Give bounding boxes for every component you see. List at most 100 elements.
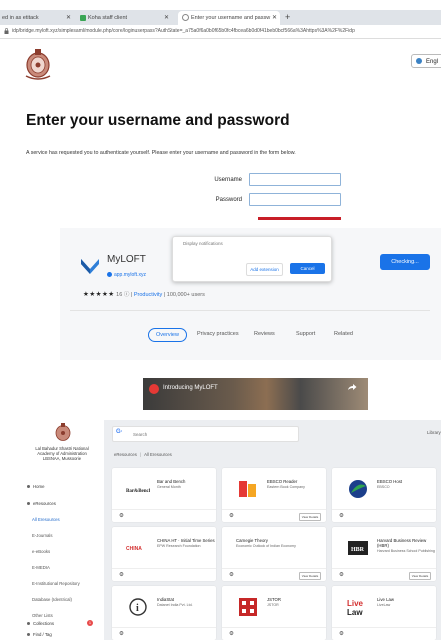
browser-tab[interactable]: Koha staff client ✕ — [80, 11, 172, 25]
login-button[interactable] — [258, 217, 341, 220]
card-title: Live Law — [377, 597, 394, 602]
tab-support[interactable]: Support — [296, 331, 315, 337]
tab-reviews[interactable]: Reviews — [254, 331, 275, 337]
sidebar-item-collections[interactable]: Collections — [27, 621, 54, 626]
lock-icon — [4, 28, 9, 34]
card-footer: ⚙ — [332, 509, 436, 523]
card-title: Bar and Bench — [157, 479, 186, 484]
svg-text:i: i — [136, 603, 139, 614]
tab-overview[interactable]: Overview — [148, 328, 187, 342]
new-tab-icon[interactable]: + — [285, 10, 290, 25]
add-extension-button[interactable]: Add extension — [246, 263, 283, 276]
gear-icon[interactable]: ⚙ — [229, 513, 234, 519]
sidebar-item-database[interactable]: Database (Identrical) — [32, 597, 72, 602]
card-publisher: Eastern Book Company — [267, 485, 305, 489]
tag-icon — [27, 633, 30, 637]
gear-icon[interactable]: ⚙ — [229, 572, 234, 578]
search-input[interactable] — [131, 428, 295, 441]
share-icon[interactable] — [347, 383, 357, 391]
gear-icon[interactable]: ⚙ — [339, 513, 344, 519]
breadcrumb-item[interactable]: eResources — [114, 452, 137, 457]
address-bar[interactable]: idp/bridge.myloft.xyz/simplesaml/module.… — [0, 25, 441, 39]
gear-icon[interactable]: ⚙ — [339, 572, 344, 578]
card-footer: ⚙ — [332, 627, 436, 640]
video-player[interactable]: Introducing MyLOFT — [143, 378, 368, 410]
tab-privacy-practices[interactable]: Privacy practices — [197, 331, 239, 337]
browser-tab[interactable]: ed in as etitack ✕ — [2, 11, 74, 25]
card-title: CHINA HT · Initial Time Series — [157, 538, 215, 543]
bar-and-bench-logo-icon: Bar&Bench — [126, 489, 150, 494]
svg-text:Bar&Bench: Bar&Bench — [126, 489, 150, 494]
url-text: idp/bridge.myloft.xyz/simplesaml/module.… — [12, 28, 355, 34]
org-name-line: LBSNAA, Mussoorie — [42, 456, 82, 461]
permission-dialog: Display notifications Add extension Canc… — [172, 236, 332, 282]
sidebar-item-emedia[interactable]: E-MEDIA — [32, 565, 50, 570]
card-footer: ⚙ View Details — [222, 509, 326, 523]
divider — [70, 310, 430, 311]
resource-card[interactable]: CHINA CHINA HT · Initial Time Series EPW… — [112, 527, 216, 581]
info-icon[interactable]: ⓘ — [124, 292, 130, 298]
resource-card[interactable]: i IndiaStat Datanet India Pvt. Ltd. ⚙ — [112, 586, 216, 640]
ebsco-logo-icon — [349, 480, 367, 498]
sidebar-item-home[interactable]: Home — [27, 484, 44, 489]
institution-emblem-icon — [25, 49, 51, 80]
svg-text:Law: Law — [347, 608, 363, 617]
dialog-text: Display notifications — [183, 241, 223, 246]
close-tab-icon[interactable]: ✕ — [164, 11, 169, 25]
view-details-button[interactable]: View Details — [299, 513, 321, 521]
search-bar[interactable]: G· — [112, 426, 299, 442]
library-menu[interactable]: Library — [427, 430, 441, 435]
card-publisher: LiveLaw — [377, 603, 391, 607]
checking-button[interactable]: Checking... — [380, 254, 430, 270]
resource-card[interactable]: Bar&Bench Bar and Bench General Month ⚙ — [112, 468, 216, 522]
sidebar-item-repository[interactable]: E-Institutional Repository — [32, 581, 80, 586]
gear-icon[interactable]: ⚙ — [229, 631, 234, 637]
card-title: Harvard Business Review (HBR) — [377, 538, 427, 548]
resource-card[interactable]: EBSCO Host EBSCO ⚙ — [332, 468, 436, 522]
view-details-button[interactable]: View Details — [409, 572, 431, 580]
sidebar-item-all-eresources[interactable]: All Eresources — [32, 517, 60, 522]
resource-card[interactable]: EBSCO Reader Eastern Book Company ⚙ View … — [222, 468, 326, 522]
login-screenshot: ed in as etitack ✕ Koha staff client ✕ Ent… — [0, 0, 441, 220]
card-footer: ⚙ — [112, 568, 216, 582]
sidebar-item-ebooks[interactable]: e-eBooks — [32, 549, 50, 554]
sidebar-item-ejournals[interactable]: E-Journals — [32, 533, 53, 538]
browser-tab-active[interactable]: Enter your username and passw ✕ — [178, 11, 280, 25]
app-website-link[interactable]: app.myloft.xyz — [107, 272, 146, 278]
sidebar: Lal Bahadur Shastri National Academy of … — [17, 420, 104, 640]
language-selector[interactable]: Engl — [411, 54, 441, 68]
close-tab-icon[interactable]: ✕ — [272, 11, 277, 25]
tab-label: Koha staff client — [88, 15, 128, 21]
gear-icon[interactable]: ⚙ — [119, 572, 124, 578]
resource-card[interactable]: Live Law Live Law LiveLaw ⚙ — [332, 586, 436, 640]
close-tab-icon[interactable]: ✕ — [66, 11, 71, 25]
card-title: JSTOR — [267, 597, 282, 602]
username-field[interactable] — [249, 173, 341, 186]
rating-row: ★★★★★ 16 ⓘ | Productivity | 100,000+ use… — [83, 291, 205, 298]
epw-logo-icon: CHINA — [126, 546, 142, 552]
gear-icon[interactable]: ⚙ — [119, 513, 124, 519]
verified-icon — [107, 272, 112, 278]
rating-count[interactable]: 16 — [116, 292, 122, 298]
intro-text: A service has requested you to authentic… — [26, 150, 296, 156]
sidebar-item-other-lists[interactable]: Other Lists — [32, 613, 53, 618]
resource-card[interactable]: HBR Harvard Business Review (HBR) Harvar… — [332, 527, 436, 581]
tab-related[interactable]: Related — [334, 331, 353, 337]
cancel-button[interactable]: Cancel — [290, 263, 325, 274]
card-publisher: JSTOR — [267, 603, 279, 607]
channel-logo-icon — [149, 384, 159, 394]
sidebar-item-eresources[interactable]: eResources — [27, 501, 56, 506]
password-field[interactable] — [249, 193, 341, 206]
gear-icon[interactable]: ⚙ — [339, 631, 344, 637]
hbr-logo-icon: HBR — [348, 541, 368, 555]
resource-card[interactable]: JSTOR JSTOR ⚙ — [222, 586, 326, 640]
card-title: EBSCO Reader — [267, 479, 298, 484]
gear-icon[interactable]: ⚙ — [119, 631, 124, 637]
category-link[interactable]: Productivity — [134, 292, 162, 298]
collections-badge: 1 — [87, 620, 93, 626]
resource-card[interactable]: Carnegie Theory Economic Outlook of Indi… — [222, 527, 326, 581]
institution-emblem-icon — [55, 423, 71, 441]
sidebar-item-find-tag[interactable]: Find / Tag — [27, 632, 52, 637]
view-details-button[interactable]: View Details — [299, 572, 321, 580]
language-label: Engl — [426, 59, 439, 65]
